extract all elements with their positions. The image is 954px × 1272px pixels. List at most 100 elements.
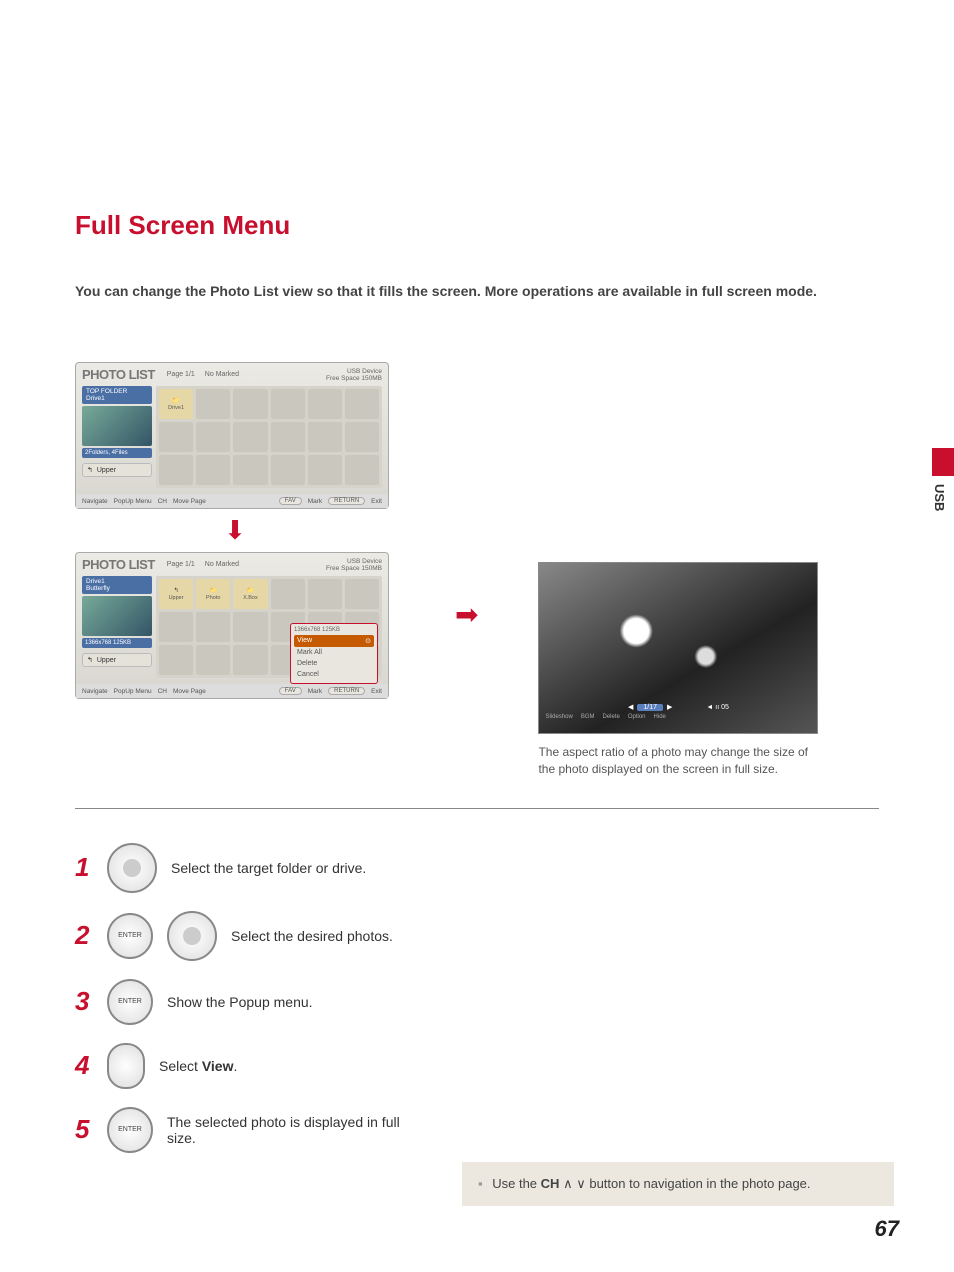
cell-label: Upper (169, 595, 184, 601)
usb-label: USB Device (326, 368, 382, 375)
drive-label: Drive1 (86, 578, 148, 585)
cell-label: X.Box (243, 595, 258, 601)
grid-cell (196, 422, 230, 452)
grid-cell (271, 389, 305, 419)
step-text: Show the Popup menu. (167, 994, 313, 1010)
photo-list-panel-top: PHOTO LIST Page 1/1 No Marked USB Device… (75, 362, 389, 509)
menu-hide[interactable]: Hide (654, 714, 666, 720)
drive-label: Drive1 (86, 395, 148, 402)
popup-view-label: View (297, 637, 312, 645)
grid-cell (196, 389, 230, 419)
upper-label: Upper (97, 657, 116, 664)
grid-cell (271, 455, 305, 485)
grid-cell (345, 422, 379, 452)
fullscreen-image: ◀ 1/17 ▶ ◄ ıı 05 Slideshow BGM Delete Op… (538, 562, 818, 734)
volume-indicator: ◄ ıı 05 (706, 704, 729, 711)
upper-button[interactable]: ↰ Upper (82, 653, 152, 667)
side-preview (82, 406, 152, 446)
page-number: 67 (875, 1216, 899, 1242)
chevron-up-icon: ∧ (563, 1176, 576, 1191)
grid-cell (271, 422, 305, 452)
step-text: Select the target folder or drive. (171, 860, 366, 876)
grid-cell-xbox[interactable]: 📁 X.Box (233, 579, 267, 609)
step-number: 4 (75, 1050, 93, 1081)
step-text: Select the desired photos. (231, 928, 393, 944)
step-number: 2 (75, 920, 93, 951)
page-indicator: Page 1/1 (167, 371, 195, 378)
top-folder: TOP FOLDER Drive1 (82, 386, 152, 404)
enter-button-icon: ENTER (107, 979, 153, 1025)
step-text-bold: View (202, 1058, 234, 1074)
upper-icon: ↰ (87, 656, 93, 664)
grid-cell (233, 645, 267, 675)
step-text-post: . (233, 1058, 237, 1074)
grid-cell (159, 422, 193, 452)
step-text: Select View. (159, 1058, 237, 1074)
footer-nav: Navigate (82, 688, 108, 695)
popup-cancel[interactable]: Cancel (294, 669, 374, 680)
menu-option[interactable]: Option (628, 714, 646, 720)
grid-cell (345, 579, 379, 609)
page-heading: Full Screen Menu (75, 210, 879, 241)
panel-footer: Navigate PopUp Menu CH Move Page FAV Mar… (76, 684, 388, 698)
step-1: 1 Select the target folder or drive. (75, 843, 879, 893)
step-number: 3 (75, 986, 93, 1017)
footer-exit: Exit (371, 498, 382, 505)
grid-cell (233, 612, 267, 642)
grid-cell-photo[interactable]: 📁 Photo (196, 579, 230, 609)
footer-popup: PopUp Menu (114, 688, 152, 695)
footer-popup: PopUp Menu (114, 498, 152, 505)
top-folder-label: TOP FOLDER (86, 388, 148, 395)
grid-cell (308, 579, 342, 609)
grid-cell (233, 422, 267, 452)
steps-list: 1 Select the target folder or drive. 2 E… (75, 843, 879, 1153)
footer-exit: Exit (371, 688, 382, 695)
step-5: 5 ENTER The selected photo is displayed … (75, 1107, 879, 1153)
upper-button[interactable]: ↰ Upper (82, 463, 152, 477)
note-post: button to navigation in the photo page. (589, 1176, 810, 1191)
page-indicator: Page 1/1 (167, 561, 195, 568)
footer-ch: CH (158, 688, 167, 695)
grid-cell (308, 455, 342, 485)
photo-counter: 1/17 (637, 704, 663, 711)
grid-cell (308, 422, 342, 452)
free-space: Free Space 150MB (326, 375, 382, 382)
footer-mark: Mark (308, 498, 322, 505)
usb-label: USB Device (326, 558, 382, 565)
grid-cell (159, 612, 193, 642)
note-ch: CH (541, 1176, 560, 1191)
dpad-icon (167, 911, 217, 961)
cell-label: Drive1 (168, 405, 184, 411)
footer-return: RETURN (328, 497, 365, 505)
grid-cell-upper[interactable]: ↰ Upper (159, 579, 193, 609)
step-2: 2 ENTER Select the desired photos. (75, 911, 879, 961)
grid-cell (345, 455, 379, 485)
menu-bgm[interactable]: BGM (581, 714, 595, 720)
chevron-down-icon: ∨ (576, 1176, 589, 1191)
menu-slideshow[interactable]: Slideshow (545, 714, 572, 720)
step-number: 1 (75, 852, 93, 883)
separator (75, 808, 879, 809)
side-info: 2Folders, 4Files (82, 448, 152, 458)
marked-indicator: No Marked (205, 371, 239, 378)
fullscreen-preview: ◀ 1/17 ▶ ◄ ıı 05 Slideshow BGM Delete Op… (538, 562, 818, 778)
grid-cell-drive[interactable]: 📁 Drive1 (159, 389, 193, 419)
menu-delete[interactable]: Delete (603, 714, 620, 720)
note-pre: Use the (492, 1176, 540, 1191)
side-drive: Drive1 Butterfly (82, 576, 152, 594)
file-label: Butterfly (86, 585, 148, 592)
updown-button-icon (107, 1043, 145, 1089)
footer-move: Move Page (173, 688, 206, 695)
side-dim: 1366x768 125KB (82, 638, 152, 648)
photo-list-panel-bottom: PHOTO LIST Page 1/1 No Marked USB Device… (75, 552, 389, 699)
grid-cell (233, 455, 267, 485)
upper-label: Upper (97, 467, 116, 474)
popup-markall[interactable]: Mark All (294, 647, 374, 658)
preview-caption: The aspect ratio of a photo may change t… (538, 744, 818, 778)
right-arrow-icon: ➡ (455, 598, 478, 631)
grid-cell (196, 645, 230, 675)
popup-view[interactable]: View⊙ (294, 635, 374, 647)
footer-return: RETURN (328, 687, 365, 695)
popup-delete[interactable]: Delete (294, 658, 374, 669)
marked-indicator: No Marked (205, 561, 239, 568)
